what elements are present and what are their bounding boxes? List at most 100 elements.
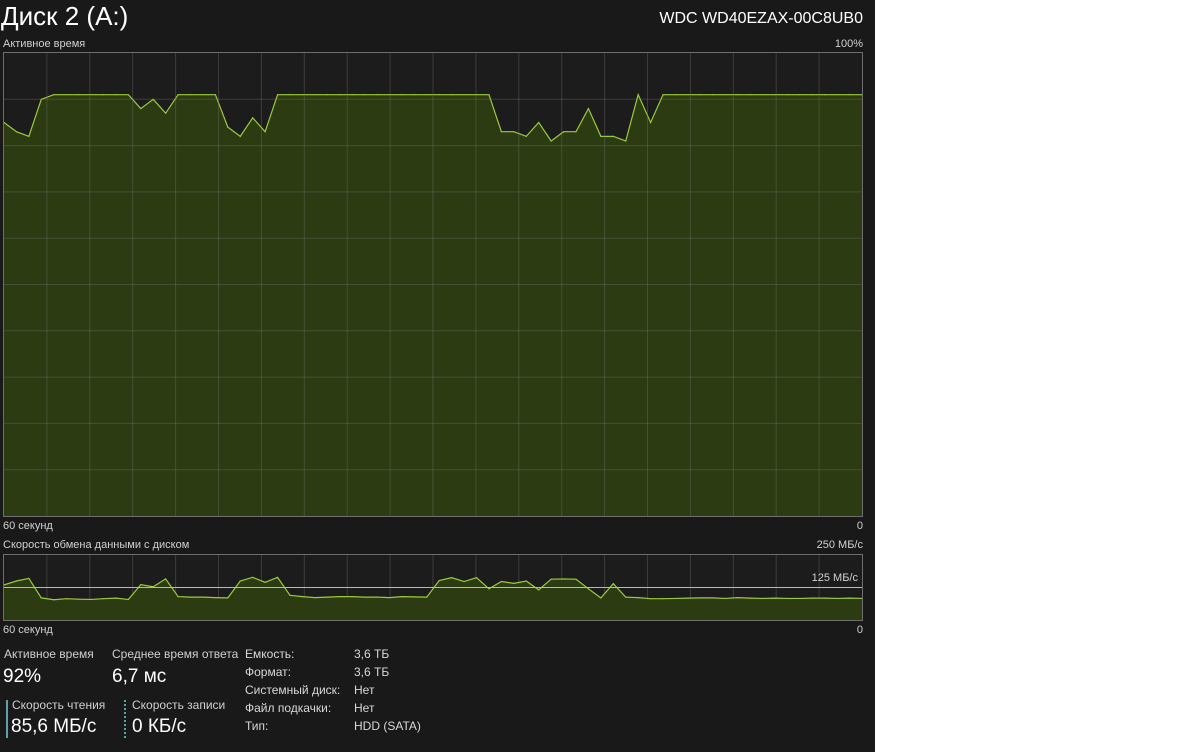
data-point [637,94,639,96]
data-point [65,94,67,96]
data-point [239,580,241,582]
data-point [364,596,366,598]
data-point [413,94,415,96]
data-point [78,598,80,600]
data-point [625,140,627,142]
data-point [326,94,328,96]
data-point [115,94,117,96]
data-point [836,94,838,96]
data-point [351,596,353,598]
data-point [600,597,602,599]
data-point [438,579,440,582]
data-point [463,94,465,96]
data-point [202,596,204,598]
data-point [699,94,701,96]
data-point [587,588,590,590]
data-point [426,596,428,598]
data-point [749,94,751,96]
data-point [177,94,179,96]
data-point [662,598,664,600]
property-key: Тип: [245,719,269,733]
data-point [575,131,577,133]
active-time-graph[interactable] [3,52,863,517]
data-point [264,581,266,583]
data-point [488,94,490,96]
data-point [28,577,30,579]
disk-performance-panel: Диск 2 (A:) WDC WD40EZAX-00C8UB0 Активно… [0,0,875,752]
data-point [227,597,229,599]
data-point [737,94,739,96]
data-point [687,597,689,599]
data-point [301,94,304,96]
data-point [115,597,117,599]
data-point [339,94,341,96]
data-point [811,94,813,96]
data-point [426,94,428,96]
data-point [612,135,614,137]
data-point [214,94,216,96]
property-value: 3,6 ТБ [354,665,390,679]
data-point [376,596,378,598]
data-point [824,597,826,599]
data-point [351,94,353,96]
data-point [587,107,590,110]
data-point [15,580,18,582]
data-point [575,578,577,580]
active-time-x-right-label: 0 [856,520,863,532]
property-key: Системный диск: [245,683,341,697]
data-point [40,597,42,599]
data-point [650,598,652,600]
data-point [189,596,192,598]
read-speed-stat-label: Скорость чтения [12,698,106,712]
data-point [102,94,105,96]
disk-model-name: WDC WD40EZAX-00C8UB0 [659,10,863,27]
data-point [674,94,677,96]
data-point [712,94,714,96]
property-value: HDD (SATA) [354,719,421,733]
data-point [848,597,851,599]
data-point [326,596,328,598]
property-value: Нет [354,701,375,715]
active-time-max-label: 100% [834,38,863,50]
data-point [264,131,266,133]
data-point [761,597,764,600]
read-speed-legend-marker [6,700,8,738]
data-point [500,131,502,133]
response-time-stat-label: Среднее время ответа [112,647,239,661]
response-time-stat-value: 6,7 мс [112,666,167,687]
data-point [15,131,18,133]
data-point [127,598,129,601]
data-point [525,135,527,137]
transfer-rate-graph[interactable]: 125 МБ/с [3,554,863,621]
data-point [189,94,192,96]
data-point [687,94,689,96]
data-point [301,596,304,598]
data-point [538,589,540,591]
data-point [401,596,403,598]
data-point [65,598,67,600]
data-point [724,597,726,600]
data-point [314,94,316,96]
active-time-graph-label: Активное время [3,38,86,50]
data-point [699,597,701,599]
data-point [513,131,515,133]
data-point [451,94,453,96]
data-point [276,576,279,578]
data-point [289,594,291,596]
data-point [799,597,801,600]
data-point [500,580,502,583]
property-key: Формат: [245,665,291,679]
data-point [650,121,652,124]
data-point [761,94,764,96]
data-point [339,596,341,598]
active-time-stat-label: Активное время [4,647,94,661]
transfer-rate-graph-label: Скорость обмена данными с диском [3,539,190,551]
transfer-rate-max-label: 250 МБ/с [816,539,863,551]
data-point [612,583,614,585]
data-point [799,94,801,96]
transfer-rate-x-right-label: 0 [856,624,863,636]
data-point [78,94,80,96]
data-point [550,578,552,580]
data-point [550,140,552,142]
data-point [488,588,490,590]
